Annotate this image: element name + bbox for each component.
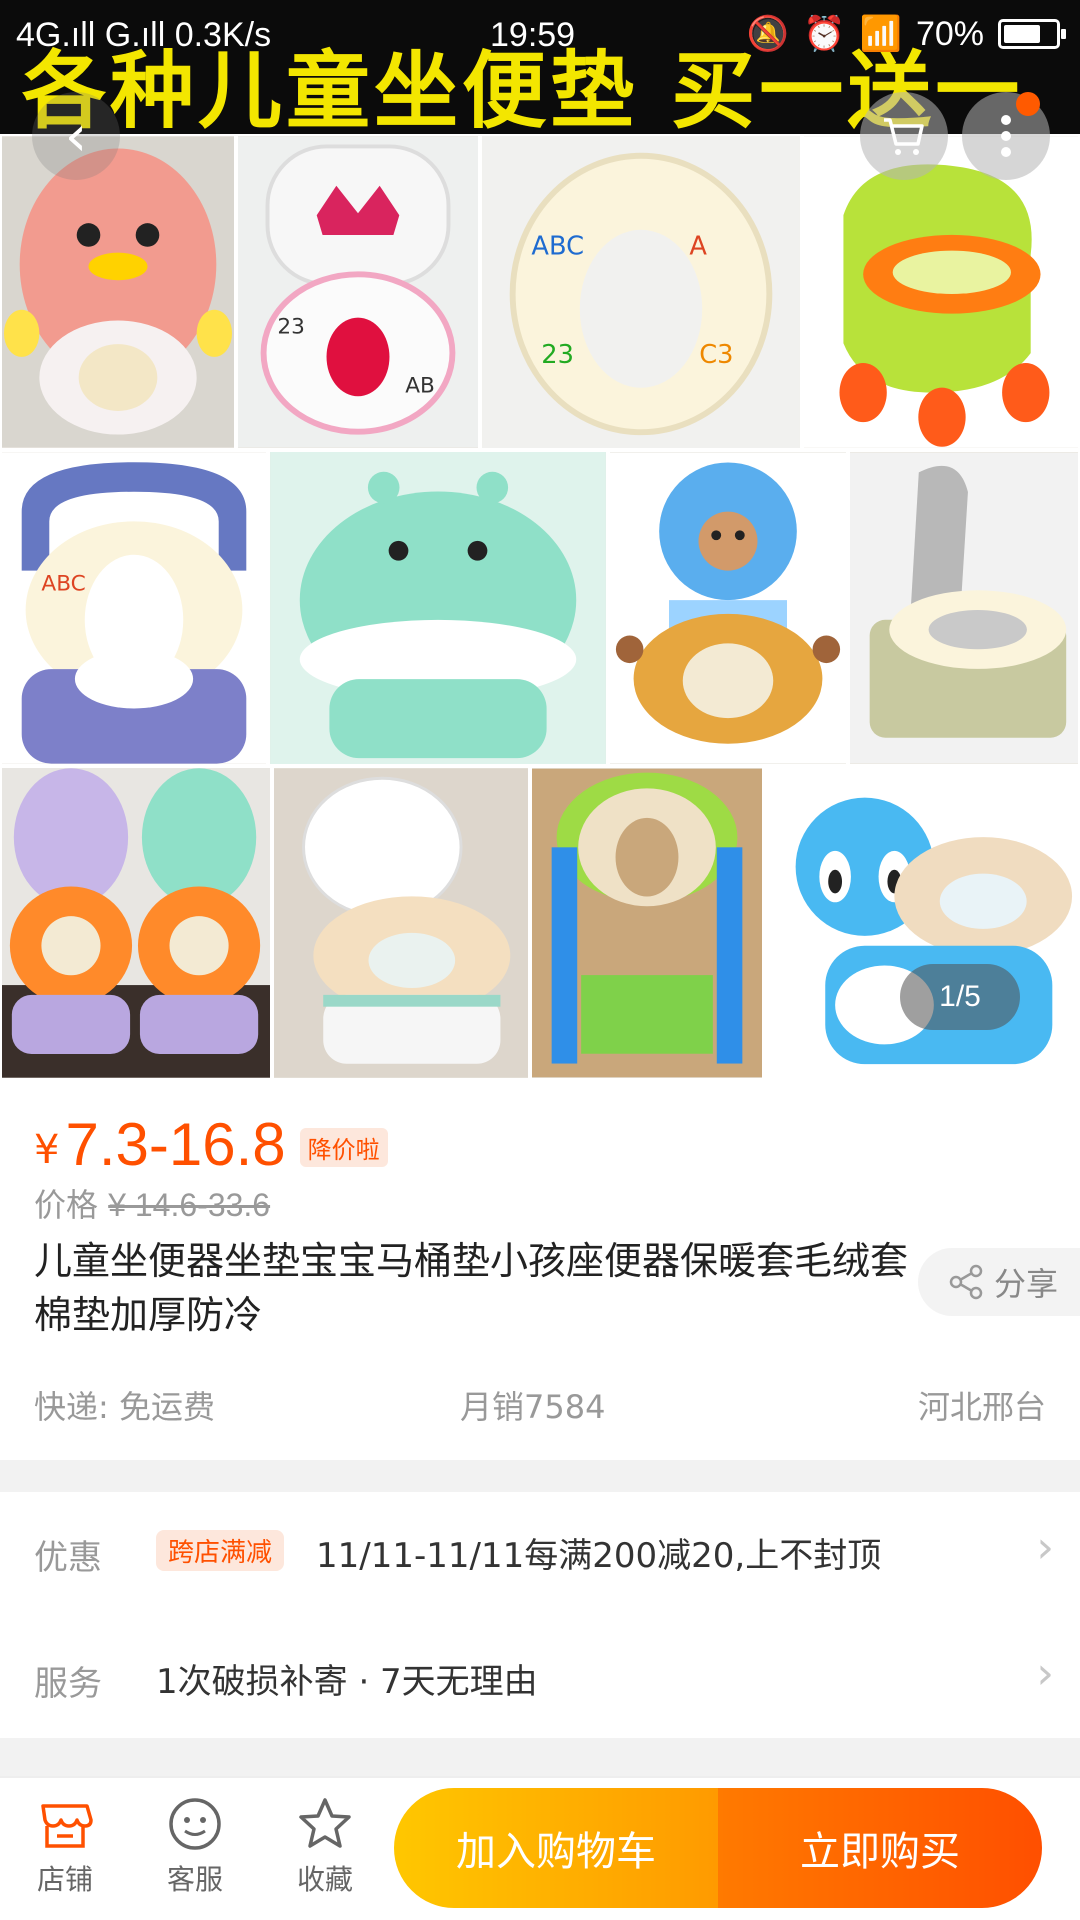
status-bar: 4G.ıll G.ıll 0.3K/s 19:59 🔕 ⏰ 📶 70% <box>0 10 1080 60</box>
section-divider <box>0 1460 1080 1492</box>
service-label: 服务 <box>34 1664 102 1704</box>
price-drop-badge: 降价啦 <box>299 1128 388 1167</box>
gallery-image: 23 AB <box>236 134 480 450</box>
gallery-image <box>0 134 236 450</box>
cart-button[interactable] <box>860 92 948 180</box>
monthly-sales: 月销7584 <box>460 1388 606 1426</box>
current-price: 7.3-16.8 <box>65 1111 286 1178</box>
chevron-left-icon: ‹ <box>64 103 88 169</box>
star-icon <box>299 1798 351 1848</box>
gallery-image <box>848 450 1080 766</box>
battery-level: 70% <box>915 14 984 53</box>
status-icons: 🔕 ⏰ 📶 70% <box>746 14 1066 54</box>
price-row: ¥ 7.3-16.8 降价啦 <box>34 1110 388 1179</box>
gallery-image <box>530 766 764 1080</box>
share-button[interactable]: 分享 <box>918 1248 1080 1316</box>
currency-symbol: ¥ <box>34 1127 60 1173</box>
gallery-image: ABC A 23 C3 <box>480 134 802 450</box>
more-vertical-icon <box>1001 115 1011 157</box>
gallery-image <box>0 766 272 1080</box>
back-button[interactable]: ‹ <box>32 92 120 180</box>
customer-service-label: 客服 <box>166 1863 223 1896</box>
gallery-pager: 1/5 <box>900 964 1020 1030</box>
svg-text:ABC: ABC <box>531 231 584 261</box>
svg-text:23: 23 <box>277 314 305 339</box>
ship-from-location: 河北邢台 <box>917 1388 1046 1426</box>
chevron-right-icon: › <box>1036 1648 1054 1699</box>
store-icon <box>41 1804 93 1848</box>
gallery-image <box>802 134 1080 450</box>
gallery-image <box>608 450 848 766</box>
add-to-cart-button[interactable]: 加入购物车 <box>394 1788 718 1908</box>
favorite-label: 收藏 <box>296 1863 353 1896</box>
service-row[interactable]: 服务 1次破损补寄 · 7天无理由 › <box>0 1618 1080 1738</box>
share-label: 分享 <box>994 1265 1059 1303</box>
svg-text:C3: C3 <box>699 340 733 370</box>
favorite-tab[interactable]: 收藏 <box>270 1794 380 1898</box>
svg-text:23: 23 <box>541 340 574 370</box>
mute-icon: 🔕 <box>746 15 790 53</box>
product-image-gallery[interactable]: 23 AB ABC A 23 C3 ABC <box>0 134 1080 1080</box>
shop-tab[interactable]: 店铺 <box>10 1794 120 1898</box>
notification-dot <box>1016 92 1040 116</box>
alarm-icon: ⏰ <box>803 15 846 53</box>
original-price-label: 价格 <box>34 1186 99 1224</box>
battery-icon <box>998 19 1066 49</box>
product-meta: 快递: 免运费 月销7584 河北邢台 <box>34 1382 1046 1432</box>
cart-icon <box>884 118 924 155</box>
original-price: ¥ 14.6-33.6 <box>108 1187 271 1223</box>
svg-text:AB: AB <box>405 373 435 398</box>
promotion-text: 11/11-11/11每满200减20,上不封顶 <box>316 1536 882 1576</box>
svg-text:ABC: ABC <box>41 571 85 596</box>
product-title: 儿童坐便器坐垫宝宝马桶垫小孩座便器保暖套毛绒套棉垫加厚防冷 <box>34 1239 909 1337</box>
gallery-image: ABC <box>0 450 268 766</box>
original-price-row: 价格 ¥ 14.6-33.6 <box>34 1180 270 1226</box>
gallery-image <box>272 766 530 1080</box>
shop-label: 店铺 <box>36 1863 93 1896</box>
clock: 19:59 <box>490 16 576 54</box>
chat-face-icon <box>169 1798 221 1850</box>
svg-text:A: A <box>689 231 707 261</box>
gallery-image <box>268 450 608 766</box>
promotion-label: 优惠 <box>34 1538 102 1578</box>
shipping-info: 快递: 免运费 <box>34 1388 215 1426</box>
wifi-icon: 📶 <box>859 15 902 53</box>
chevron-right-icon: › <box>1036 1522 1054 1573</box>
customer-service-tab[interactable]: 客服 <box>140 1794 250 1898</box>
buy-now-button[interactable]: 立即购买 <box>718 1788 1042 1908</box>
share-icon <box>949 1264 983 1300</box>
service-text: 1次破损补寄 · 7天无理由 <box>156 1662 538 1702</box>
section-divider <box>0 1738 1080 1776</box>
promotion-badge: 跨店满减 <box>156 1530 285 1571</box>
gallery-image <box>764 766 1080 1080</box>
network-status: 4G.ıll G.ıll 0.3K/s <box>16 16 272 54</box>
promotion-row[interactable]: 优惠 跨店满减 11/11-11/11每满200减20,上不封顶 › <box>0 1492 1080 1612</box>
